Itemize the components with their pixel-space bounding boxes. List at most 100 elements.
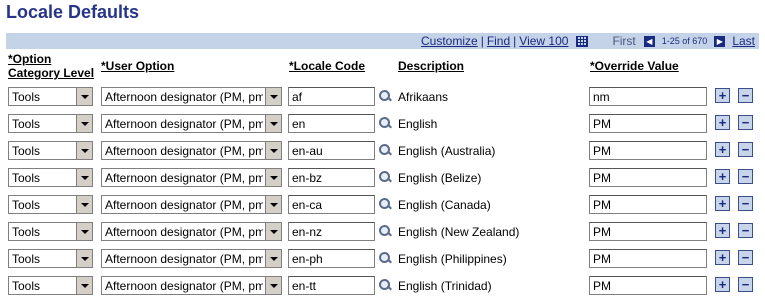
locale-code-input[interactable]: en-au <box>288 141 375 160</box>
dropdown-arrow-icon[interactable] <box>265 196 281 213</box>
view-all-link[interactable]: View 100 <box>519 34 568 48</box>
row-range: 1-25 of 670 <box>661 36 708 46</box>
dropdown-arrow-icon[interactable] <box>76 196 92 213</box>
option-category-select[interactable]: Tools <box>8 249 93 268</box>
dropdown-arrow-icon[interactable] <box>265 169 281 186</box>
nav-separator: | <box>513 34 517 48</box>
user-option-select[interactable]: Afternoon designator (PM, pm) <box>101 141 282 160</box>
previous-arrow-icon[interactable]: ◀ <box>643 35 655 47</box>
option-category-select[interactable]: Tools <box>8 276 93 295</box>
customize-link[interactable]: Customize <box>421 34 478 48</box>
option-category-select[interactable]: Tools <box>8 87 93 106</box>
locale-code-input[interactable]: en-ph <box>288 249 375 268</box>
option-category-select[interactable]: Tools <box>8 114 93 133</box>
column-header-option-category-line2: Category Level <box>8 66 95 80</box>
lookup-search-icon[interactable] <box>378 278 392 292</box>
dropdown-arrow-icon[interactable] <box>265 277 281 294</box>
override-value-input[interactable]: PM <box>589 222 707 241</box>
add-row-button[interactable]: + <box>715 223 730 238</box>
locale-code-value: en-ca <box>292 198 323 212</box>
lookup-search-icon[interactable] <box>378 251 392 265</box>
delete-row-button[interactable]: − <box>738 142 753 157</box>
lookup-search-icon[interactable] <box>378 116 392 130</box>
delete-row-button[interactable]: − <box>738 196 753 211</box>
add-row-button[interactable]: + <box>715 250 730 265</box>
delete-row-button[interactable]: − <box>738 88 753 103</box>
option-category-select[interactable]: Tools <box>8 222 93 241</box>
dropdown-arrow-icon[interactable] <box>265 250 281 267</box>
override-value-input[interactable]: PM <box>589 195 707 214</box>
user-option-select[interactable]: Afternoon designator (PM, pm) <box>101 168 282 187</box>
dropdown-arrow-icon[interactable] <box>265 223 281 240</box>
locale-code-input[interactable]: en-bz <box>288 168 375 187</box>
dropdown-arrow-icon[interactable] <box>76 250 92 267</box>
locale-code-value: en-au <box>292 144 323 158</box>
option-category-value: Tools <box>12 144 41 158</box>
dropdown-arrow-icon[interactable] <box>76 223 92 240</box>
next-arrow-icon[interactable]: ▶ <box>714 35 726 47</box>
option-category-select[interactable]: Tools <box>8 168 93 187</box>
locale-code-input[interactable]: en-ca <box>288 195 375 214</box>
lookup-search-icon[interactable] <box>378 143 392 157</box>
dropdown-arrow-icon[interactable] <box>76 169 92 186</box>
table-row: Tools Afternoon designator (PM, pm) en E… <box>0 114 765 141</box>
lookup-search-icon[interactable] <box>378 89 392 103</box>
find-link[interactable]: Find <box>487 34 510 48</box>
lookup-search-icon[interactable] <box>378 170 392 184</box>
override-value-input[interactable]: PM <box>589 168 707 187</box>
user-option-select[interactable]: Afternoon designator (PM, pm) <box>101 87 282 106</box>
column-header-description[interactable]: Description <box>398 59 464 73</box>
override-value-input[interactable]: PM <box>589 141 707 160</box>
column-header-locale-code[interactable]: *Locale Code <box>289 59 365 73</box>
grid-navigation-bar: Customize | Find | View 100 First ◀ 1-25… <box>6 33 759 49</box>
dropdown-arrow-icon[interactable] <box>76 115 92 132</box>
override-value-input[interactable]: PM <box>589 249 707 268</box>
add-row-button[interactable]: + <box>715 169 730 184</box>
locale-code-input[interactable]: en <box>288 114 375 133</box>
user-option-select[interactable]: Afternoon designator (PM, pm) <box>101 222 282 241</box>
delete-row-button[interactable]: − <box>738 277 753 292</box>
option-category-select[interactable]: Tools <box>8 141 93 160</box>
override-value-input[interactable]: nm <box>589 87 707 106</box>
column-header-user-option[interactable]: *User Option <box>101 59 174 73</box>
table-row: Tools Afternoon designator (PM, pm) en-p… <box>0 249 765 276</box>
download-grid-icon[interactable] <box>576 35 589 47</box>
user-option-select[interactable]: Afternoon designator (PM, pm) <box>101 195 282 214</box>
column-header-option-category[interactable]: *Option Category Level <box>8 52 94 80</box>
option-category-select[interactable]: Tools <box>8 195 93 214</box>
override-value-input[interactable]: PM <box>589 114 707 133</box>
add-row-button[interactable]: + <box>715 115 730 130</box>
locale-code-value: en <box>292 117 306 131</box>
add-row-button[interactable]: + <box>715 88 730 103</box>
lookup-search-icon[interactable] <box>378 197 392 211</box>
dropdown-arrow-icon[interactable] <box>76 88 92 105</box>
delete-row-button[interactable]: − <box>738 115 753 130</box>
delete-row-button[interactable]: − <box>738 250 753 265</box>
user-option-select[interactable]: Afternoon designator (PM, pm) <box>101 114 282 133</box>
column-header-override-value[interactable]: *Override Value <box>590 59 679 73</box>
locale-description: English (Australia) <box>398 144 496 158</box>
add-row-button[interactable]: + <box>715 277 730 292</box>
dropdown-arrow-icon[interactable] <box>265 88 281 105</box>
user-option-value: Afternoon designator (PM, pm) <box>105 252 263 266</box>
locale-code-input[interactable]: en-nz <box>288 222 375 241</box>
add-row-button[interactable]: + <box>715 196 730 211</box>
user-option-select[interactable]: Afternoon designator (PM, pm) <box>101 276 282 295</box>
delete-row-button[interactable]: − <box>738 169 753 184</box>
override-value-input[interactable]: PM <box>589 276 707 295</box>
locale-description: English (Philippines) <box>398 252 507 266</box>
add-row-button[interactable]: + <box>715 142 730 157</box>
locale-code-input[interactable]: en-tt <box>288 276 375 295</box>
user-option-select[interactable]: Afternoon designator (PM, pm) <box>101 249 282 268</box>
locale-code-input[interactable]: af <box>288 87 375 106</box>
dropdown-arrow-icon[interactable] <box>265 115 281 132</box>
dropdown-arrow-icon[interactable] <box>265 142 281 159</box>
table-row: Tools Afternoon designator (PM, pm) en-t… <box>0 276 765 303</box>
option-category-value: Tools <box>12 171 41 185</box>
lookup-search-icon[interactable] <box>378 224 392 238</box>
dropdown-arrow-icon[interactable] <box>76 277 92 294</box>
dropdown-arrow-icon[interactable] <box>76 142 92 159</box>
column-header-option-category-line1: *Option <box>8 52 52 66</box>
delete-row-button[interactable]: − <box>738 223 753 238</box>
last-link[interactable]: Last <box>732 34 755 48</box>
